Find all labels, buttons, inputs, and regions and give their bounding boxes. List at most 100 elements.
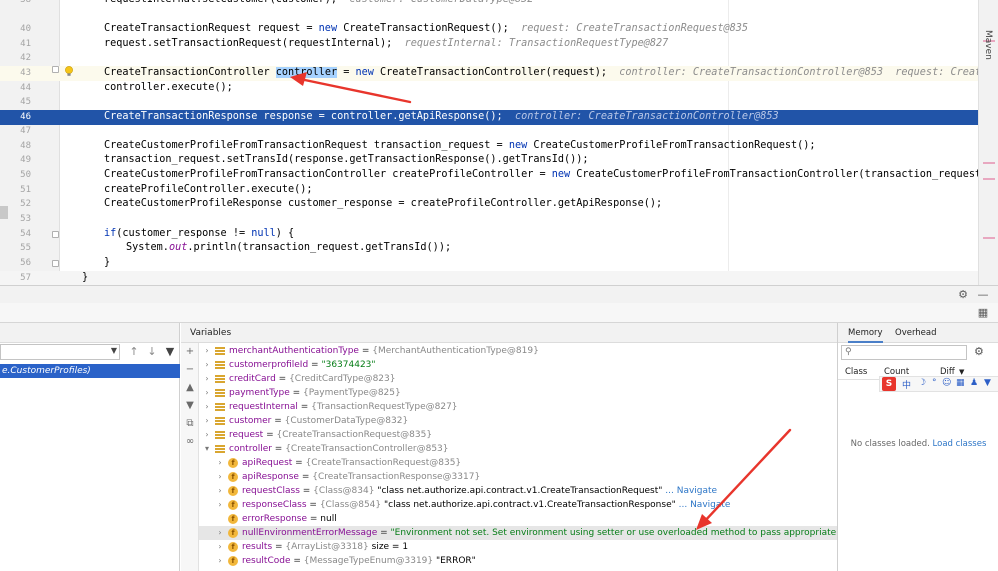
gear-icon[interactable]: ⚙ (974, 345, 984, 358)
glasses-icon[interactable]: ∞ (183, 435, 197, 449)
navigate-link[interactable]: ... Navigate (676, 500, 731, 510)
variable-row[interactable]: › paymentType = {PaymentType@825} (199, 386, 837, 400)
chevron-right-icon[interactable]: › (216, 526, 224, 540)
code-line[interactable]: 45 (0, 95, 998, 110)
code-line[interactable]: 38 requestInternal.setCustomer(customer);… (0, 0, 998, 8)
chevron-right-icon[interactable]: › (203, 372, 211, 386)
chevron-right-icon[interactable]: › (216, 456, 224, 470)
filter-icon[interactable]: ▼ (163, 345, 177, 359)
variable-row[interactable]: › creditCard = {CreditCardType@823} (199, 372, 837, 386)
navigate-link[interactable]: ... Navigate (662, 486, 717, 496)
tab-memory[interactable]: Memory (848, 323, 883, 343)
code-line[interactable]: 41 request.setTransactionRequest(requestI… (0, 37, 998, 52)
chevron-right-icon[interactable]: › (203, 400, 211, 414)
fold-marker-icon[interactable] (52, 231, 59, 238)
lightbulb-icon[interactable] (64, 66, 74, 77)
code-text[interactable]: System.out.println(transaction_request.g… (126, 241, 451, 256)
code-line[interactable]: 56} (0, 256, 998, 271)
chevron-down-icon[interactable]: ▾ (203, 442, 211, 456)
chevron-right-icon[interactable]: › (216, 484, 224, 498)
code-text[interactable]: CreateCustomerProfileResponse customer_r… (104, 197, 662, 212)
chevron-right-icon[interactable]: › (216, 554, 224, 568)
variable-row[interactable]: › f apiResponse = {CreateTransactionRespon… (199, 470, 837, 484)
fold-marker-icon[interactable] (52, 260, 59, 267)
code-line[interactable]: 42 (0, 51, 998, 66)
code-text[interactable]: if(customer_response != null) { (104, 227, 294, 242)
thread-select[interactable]: ▼ (0, 344, 120, 360)
variable-row[interactable]: › requestInternal = {TransactionRequestTy… (199, 400, 837, 414)
code-line[interactable]: 40 CreateTransactionRequest request = new… (0, 22, 998, 37)
keyboard-icon[interactable]: ▦ (956, 378, 965, 388)
code-line[interactable]: 44 controller.execute(); (0, 81, 998, 96)
column-class[interactable]: Class (845, 364, 867, 380)
code-editor[interactable]: 38 requestInternal.setCustomer(customer);… (0, 0, 998, 285)
variables-tree[interactable]: › merchantAuthenticationType = {MerchantA… (199, 343, 837, 571)
chevron-right-icon[interactable]: › (203, 344, 211, 358)
chevron-right-icon[interactable]: › (216, 498, 224, 512)
variable-row[interactable]: › f results = {ArrayList@3318} size = 1 (199, 540, 837, 554)
code-line[interactable]: 51 createProfileController.execute(); (0, 183, 998, 198)
code-text[interactable]: CreateTransactionController controller =… (104, 66, 998, 81)
code-text[interactable]: requestInternal.setCustomer(customer); c… (104, 0, 533, 8)
variable-row[interactable]: › customer = {CustomerDataType@832} (199, 414, 837, 428)
chevron-right-icon[interactable]: › (203, 358, 211, 372)
ime-language-label[interactable]: 中 (902, 378, 911, 391)
copy-icon[interactable]: ⧉ (183, 417, 197, 431)
code-text[interactable]: controller.execute(); (104, 81, 233, 96)
fold-marker-icon[interactable] (52, 66, 59, 73)
code-line[interactable]: 50 CreateCustomerProfileFromTransactionCo… (0, 168, 998, 183)
code-text[interactable]: CreateCustomerProfileFromTransactionCont… (104, 168, 993, 183)
variable-row[interactable]: › f resultCode = {MessageTypeEnum@3319} "E… (199, 554, 837, 568)
code-line[interactable]: 46 CreateTransactionResponse response = c… (0, 110, 998, 125)
layout-settings-icon[interactable]: ▦ (976, 306, 990, 320)
maven-tool-label[interactable]: Maven (983, 30, 993, 60)
code-text[interactable]: } (104, 256, 110, 271)
sogou-logo-icon[interactable]: S (882, 377, 896, 391)
chevron-right-icon[interactable]: › (216, 540, 224, 554)
code-text[interactable]: request.setTransactionRequest(requestInt… (104, 37, 668, 52)
chevron-right-icon[interactable]: › (203, 428, 211, 442)
shirt-icon[interactable]: ▼ (984, 378, 991, 388)
load-classes-link[interactable]: Load classes (933, 439, 987, 449)
remove-watch-icon[interactable]: − (183, 363, 197, 377)
variable-row[interactable]: › f nullEnvironmentErrorMessage = "Environ… (199, 526, 837, 540)
chevron-right-icon[interactable]: › (216, 470, 224, 484)
code-text[interactable]: createProfileController.execute(); (104, 183, 313, 198)
chevron-right-icon[interactable]: › (203, 414, 211, 428)
code-line[interactable]: 53 (0, 212, 998, 227)
arrow-down-icon[interactable]: ↓ (145, 345, 159, 359)
memory-search-input[interactable]: ⚲ (841, 345, 967, 360)
variable-row[interactable]: › request = {CreateTransactionRequest@835… (199, 428, 837, 442)
code-line[interactable]: 52 CreateCustomerProfileResponse customer… (0, 197, 998, 212)
variable-row[interactable]: › customerprofileId = "36374423" (199, 358, 837, 372)
gear-icon[interactable]: ⚙ (956, 288, 970, 302)
code-text[interactable]: } (82, 271, 88, 285)
code-line[interactable]: 48 CreateCustomerProfileFromTransactionRe… (0, 139, 998, 154)
minimize-icon[interactable]: — (976, 288, 990, 302)
emoji-icon[interactable]: ☺ (942, 378, 951, 388)
variable-row[interactable]: › f requestClass = {Class@834} "class net.… (199, 484, 837, 498)
code-line[interactable]: 57} (0, 271, 998, 285)
user-icon[interactable]: ♟ (970, 378, 978, 388)
moon-icon[interactable]: ☽ (918, 378, 926, 388)
variable-row[interactable]: › merchantAuthenticationType = {MerchantA… (199, 344, 837, 358)
code-line[interactable]: 47 (0, 124, 998, 139)
variable-row[interactable]: › f apiRequest = {CreateTransactionRequest… (199, 456, 837, 470)
frame-row-selected[interactable]: e.CustomerProfiles) (0, 364, 180, 378)
code-text[interactable]: CreateCustomerProfileFromTransactionRequ… (104, 139, 816, 154)
code-line[interactable]: 43 CreateTransactionController controller… (0, 66, 998, 81)
variable-row[interactable]: ▾ controller = {CreateTransactionControll… (199, 442, 837, 456)
move-down-icon[interactable]: ▼ (183, 399, 197, 413)
chevron-right-icon[interactable]: › (203, 386, 211, 400)
code-line[interactable]: 55 System.out.println(transaction_request… (0, 241, 998, 256)
code-line[interactable]: 49 transaction_request.setTransId(respons… (0, 153, 998, 168)
code-text[interactable]: CreateTransactionResponse response = con… (104, 110, 779, 125)
tab-overhead[interactable]: Overhead (895, 323, 937, 343)
add-watch-icon[interactable]: + (183, 345, 197, 359)
variable-row[interactable]: f errorResponse = null (199, 512, 837, 526)
code-text[interactable]: CreateTransactionRequest request = new C… (104, 22, 748, 37)
variable-row[interactable]: › f responseClass = {Class@854} "class net… (199, 498, 837, 512)
code-text[interactable]: transaction_request.setTransId(response.… (104, 153, 589, 168)
punctuation-icon[interactable]: ° (932, 378, 937, 388)
arrow-up-icon[interactable]: ↑ (127, 345, 141, 359)
